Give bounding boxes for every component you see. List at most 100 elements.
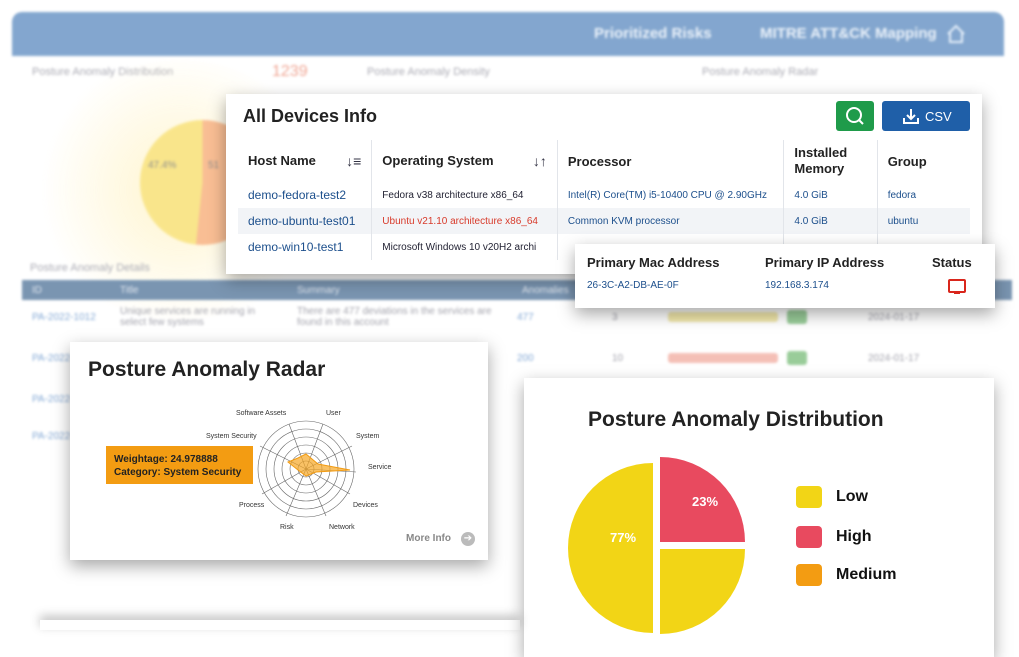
row-anomalies[interactable]: 477 (517, 312, 534, 323)
severity-bar (668, 353, 778, 363)
axis-label: Software Assets (236, 410, 287, 417)
group: fedora (887, 189, 917, 201)
details-title: Posture Anomaly Details (30, 262, 150, 274)
host-name[interactable]: demo-fedora-test2 (238, 182, 373, 208)
pie-slice-low-left (568, 463, 653, 633)
home-icon[interactable] (945, 23, 967, 45)
status-header: Status (932, 255, 972, 270)
processor: Common KVM processor (557, 208, 785, 234)
nav-prioritized-risks[interactable]: Prioritized Risks (594, 25, 712, 42)
axis-label: System Security (206, 433, 257, 440)
legend-low[interactable]: Low (836, 488, 868, 506)
col-os[interactable]: Operating System ↓↑ (371, 140, 558, 182)
table-row[interactable]: demo-fedora-test2 Fedora v38 architectur… (238, 182, 970, 208)
tooltip-category: Category: System Security (114, 467, 242, 478)
radar-title: Posture Anomaly Radar (88, 358, 326, 381)
search-button[interactable] (836, 101, 874, 131)
row-id[interactable]: PA-2022- (32, 431, 74, 442)
group: ubuntu (877, 208, 970, 234)
axis-label: User (326, 410, 341, 417)
devices-table: Host Name ↓≡ Operating System ↓↑ Processor… (238, 140, 970, 260)
row-id[interactable]: PA-2022- (32, 394, 74, 405)
table-header-row: Host Name ↓≡ Operating System ↓↑ Processor… (238, 140, 970, 182)
tooltip-weightage: Weightage: 24.978888 (114, 454, 218, 465)
table-row[interactable]: PA-2022-1012 Unique services are running… (22, 306, 1012, 342)
axis-label: Risk (280, 524, 294, 531)
radar-tooltip: Weightage: 24.978888 Category: System Se… (106, 446, 253, 484)
col-memory[interactable]: Installed Memory (783, 140, 878, 182)
os: Ubuntu v21.10 architecture x86_64 (371, 208, 558, 234)
density-panel-title: Posture Anomaly Density (367, 66, 490, 78)
axis-label: System (356, 433, 380, 440)
sort-icon[interactable]: ↓↑ (533, 153, 547, 169)
legend-medium[interactable]: Medium (836, 566, 896, 584)
col-label: Installed Memory (794, 145, 848, 176)
col-id[interactable]: ID (32, 285, 42, 296)
card-shadow (40, 620, 520, 630)
status-pill (787, 310, 807, 324)
mac-header: Primary Mac Address (587, 255, 720, 270)
radar-panel-title: Posture Anomaly Radar (702, 66, 819, 78)
legend-swatch-low (796, 486, 822, 508)
mac-address: 26-3C-A2-DB-AE-0F (587, 280, 679, 291)
devices-title: All Devices Info (243, 106, 378, 126)
os: Fedora v38 architecture x86_64 (371, 182, 558, 208)
host-name[interactable]: demo-win10-test1 (238, 234, 373, 260)
csv-download-button[interactable]: CSV (882, 101, 970, 131)
search-icon (846, 107, 864, 125)
axis-label: Devices (353, 502, 378, 509)
network-info-card: Primary Mac Address Primary IP Address S… (575, 244, 995, 308)
col-processor[interactable]: Processor (557, 140, 785, 182)
download-icon (903, 109, 919, 124)
col-label: Processor (567, 153, 632, 169)
row-title: Unique services are running in select fe… (120, 306, 256, 328)
more-info-link[interactable]: More Info (406, 533, 451, 544)
axis-label: Service (368, 464, 392, 471)
col-summary: Summary (297, 285, 340, 296)
col-anomalies: Anomalies (522, 285, 569, 296)
legend-swatch-medium (796, 564, 822, 586)
radar-card: Posture Anomaly Radar Software Assets Us… (70, 342, 488, 560)
top-navigation-bar: Prioritized Risks MITRE ATT&CK Mapping (12, 12, 1004, 56)
bg-pie-label: 51 (208, 160, 220, 171)
table-row[interactable]: demo-ubuntu-test01 Ubuntu v21.10 archite… (238, 208, 970, 234)
ip-address: 192.168.3.174 (765, 280, 829, 291)
row-id[interactable]: PA-2022-1012 (32, 312, 96, 323)
slice-label-low: 77% (610, 530, 637, 545)
bg-pie-label: 47.4% (148, 160, 177, 171)
csv-label: CSV (925, 109, 952, 124)
ip-header: Primary IP Address (765, 255, 885, 270)
distribution-count: 1239 (272, 63, 308, 80)
status-pill (787, 351, 807, 365)
memory: 4.0 GiB (783, 208, 878, 234)
row-date: 2024-01-17 (868, 312, 920, 323)
row-summary: There are 477 deviations in the services… (297, 306, 492, 328)
row-count: 10 (612, 353, 624, 364)
row-id[interactable]: PA-2022- (32, 353, 74, 364)
severity-bar (668, 312, 778, 322)
legend-high[interactable]: High (836, 528, 872, 546)
col-host-name[interactable]: Host Name ↓≡ (238, 140, 373, 182)
legend-swatch-high (796, 526, 822, 548)
os: Microsoft Windows 10 v20H2 archi (371, 234, 558, 260)
axis-label: Network (329, 524, 355, 531)
col-label: Operating System (382, 153, 494, 168)
row-date: 2024-01-17 (868, 353, 920, 364)
processor: Intel(R) Core(TM) i5-10400 CPU @ 2.90GHz (557, 182, 785, 208)
distribution-card: Posture Anomaly Distribution 77% 23% Low… (524, 378, 994, 657)
nav-mitre-mapping[interactable]: MITRE ATT&CK Mapping (760, 25, 937, 42)
row-anomalies[interactable]: 200 (517, 353, 534, 364)
sort-icon[interactable]: ↓≡ (346, 153, 361, 169)
distribution-title: Posture Anomaly Distribution (588, 408, 884, 431)
arrow-right-icon[interactable]: ➔ (461, 532, 475, 546)
col-label: Group (887, 153, 927, 169)
monitor-status-icon (948, 279, 966, 294)
host-name[interactable]: demo-ubuntu-test01 (238, 208, 373, 234)
col-group[interactable]: Group (877, 140, 970, 182)
distribution-pie (568, 457, 745, 634)
col-label: Host Name (248, 153, 316, 168)
row-count: 3 (612, 312, 618, 323)
pie-slice-low-right (660, 549, 745, 634)
col-title[interactable]: Title (120, 285, 139, 296)
memory: 4.0 GiB (783, 182, 878, 208)
